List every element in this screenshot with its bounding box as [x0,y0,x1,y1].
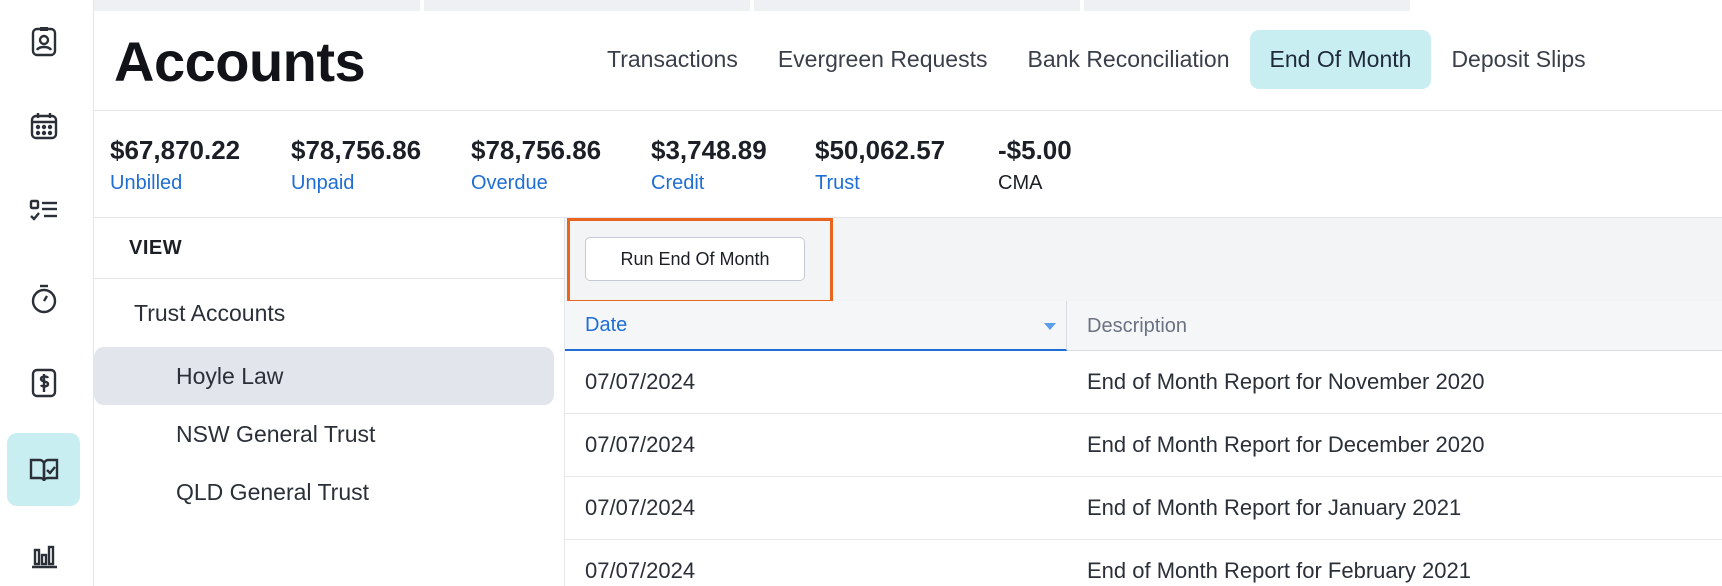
account-summary: $67,870.22 Unbilled $78,756.86 Unpaid $7… [94,111,1722,218]
column-header-label: Description [1087,314,1188,337]
stat-label: CMA [998,172,1043,194]
rail-contacts-button[interactable] [7,5,80,78]
view-panel: VIEW Trust Accounts Hoyle Law NSW Genera… [94,218,564,586]
contact-card-icon [31,26,56,56]
column-header-description[interactable]: Description [1067,301,1722,351]
end-of-month-table: Date Description 07/07/2024 End of Month… [565,301,1722,586]
tab-end-of-month[interactable]: End Of Month [1249,30,1432,89]
rail-calendar-button[interactable] [7,89,80,162]
credit-link[interactable]: Credit [651,172,767,195]
rail-tasks-button[interactable] [7,174,80,247]
tab-placeholder[interactable] [94,0,420,11]
trust-link[interactable]: Trust [815,172,945,195]
bar-chart-icon [31,545,57,568]
overdue-link[interactable]: Overdue [471,172,601,195]
stat-credit: $3,748.89 Credit [651,135,767,195]
column-header-label: Date [585,313,628,336]
table-header: Date Description [565,301,1722,351]
tab-placeholder[interactable] [1084,0,1410,11]
app-sidebar [0,0,94,586]
calendar-icon [30,112,57,139]
end-of-month-panel: Run End Of Month Date Description 07/07/… [564,218,1722,586]
tree-item-hoyle-law[interactable]: Hoyle Law [94,347,554,405]
stat-value: $78,756.86 [471,135,602,165]
browser-tab-strip [94,0,1722,11]
rail-billing-button[interactable] [7,346,80,419]
tab-transactions[interactable]: Transactions [587,30,758,89]
page-title: Accounts [114,30,366,93]
row-date: 07/07/2024 [585,432,696,457]
billing-dollar-icon [31,368,56,397]
tab-evergreen-requests[interactable]: Evergreen Requests [758,30,1008,89]
row-description: End of Month Report for January 2021 [1087,495,1462,520]
stat-unpaid: $78,756.86 Unpaid [291,135,421,195]
tab-deposit-slips[interactable]: Deposit Slips [1431,30,1605,89]
row-description: End of Month Report for February 2021 [1087,558,1471,583]
row-description: End of Month Report for November 2020 [1087,369,1485,394]
table-row[interactable]: 07/07/2024 End of Month Report for Janua… [565,477,1722,540]
stat-value: $67,870.22 [110,135,241,165]
checklist-icon [29,199,57,221]
row-date: 07/07/2024 [585,558,696,583]
section-tabs: Transactions Evergreen Requests Bank Rec… [587,30,1606,89]
column-header-date[interactable]: Date [565,301,1067,351]
table-row[interactable]: 07/07/2024 End of Month Report for Decem… [565,414,1722,477]
toolbar: Run End Of Month [565,218,1722,303]
row-date: 07/07/2024 [585,369,696,394]
stat-value: -$5.00 [998,135,1072,165]
tree-item-qld-general-trust[interactable]: QLD General Trust [94,463,554,521]
view-heading: VIEW [94,218,564,279]
rail-accounts-button[interactable] [7,433,80,506]
tab-placeholder[interactable] [424,0,750,11]
stat-value: $78,756.86 [291,135,422,165]
run-end-of-month-button[interactable]: Run End Of Month [585,237,805,281]
tab-placeholder[interactable] [754,0,1080,11]
sort-descending-icon [1044,323,1056,330]
rail-reports-button[interactable] [7,518,80,586]
stopwatch-icon [31,284,56,313]
stat-unbilled: $67,870.22 Unbilled [110,135,240,195]
table-row[interactable]: 07/07/2024 End of Month Report for Febru… [565,540,1722,586]
stat-value: $50,062.57 [815,135,946,165]
table-row[interactable]: 07/07/2024 End of Month Report for Novem… [565,351,1722,414]
row-date: 07/07/2024 [585,495,696,520]
tree-group-trust-accounts[interactable]: Trust Accounts [134,300,285,327]
stat-cma: -$5.00 CMA [998,135,1072,195]
unpaid-link[interactable]: Unpaid [291,172,421,195]
tab-bank-reconciliation[interactable]: Bank Reconciliation [1008,30,1250,89]
row-description: End of Month Report for December 2020 [1087,432,1485,457]
stat-trust: $50,062.57 Trust [815,135,945,195]
accounts-book-icon [29,458,58,481]
tree-item-nsw-general-trust[interactable]: NSW General Trust [94,405,554,463]
stat-overdue: $78,756.86 Overdue [471,135,601,195]
stat-value: $3,748.89 [651,135,767,165]
page-header: Accounts Transactions Evergreen Requests… [94,11,1722,111]
unbilled-link[interactable]: Unbilled [110,172,240,195]
rail-timer-button[interactable] [7,262,80,335]
